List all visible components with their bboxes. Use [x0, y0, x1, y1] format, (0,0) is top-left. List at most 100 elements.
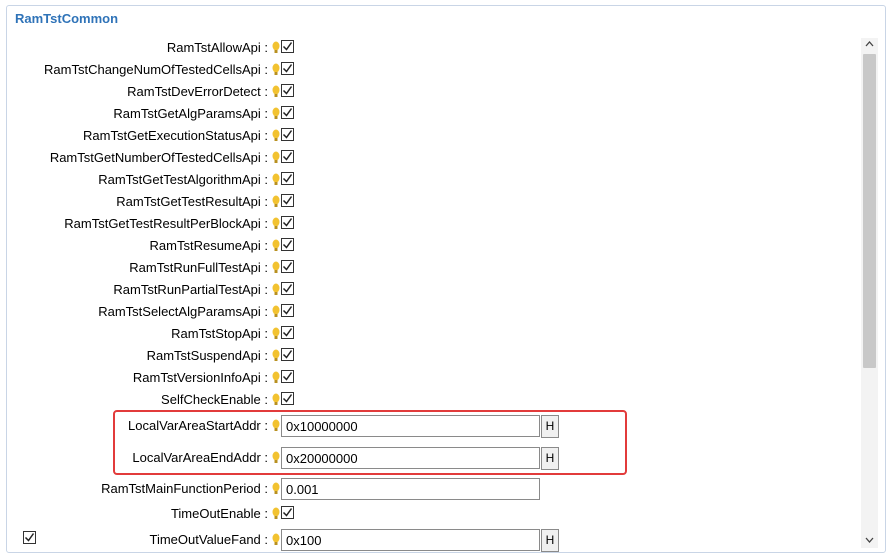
- checkbox[interactable]: [281, 128, 294, 141]
- checkbox[interactable]: [281, 84, 294, 97]
- bulb-icon: [272, 327, 280, 339]
- bulb-icon: [272, 349, 280, 361]
- main-period-field[interactable]: 0.001: [281, 478, 540, 500]
- checkbox[interactable]: [281, 172, 294, 185]
- checkbox-row: RamTstGetTestAlgorithmApi :: [0, 169, 860, 191]
- bulb-icon: [272, 533, 280, 545]
- checkbox-row: RamTstSelectAlgParamsApi :: [0, 301, 860, 323]
- bulb-icon: [272, 63, 280, 75]
- check-icon: [282, 218, 293, 227]
- checkbox-row: RamTstRunFullTestApi :: [0, 257, 860, 279]
- checkbox[interactable]: [281, 304, 294, 317]
- main-period-row: RamTstMainFunctionPeriod : 0.001: [0, 478, 860, 500]
- checkbox-row-label: RamTstGetAlgParamsApi :: [113, 106, 268, 121]
- check-icon: [282, 196, 293, 205]
- checkbox-row: RamTstRunPartialTestApi :: [0, 279, 860, 301]
- checkbox-row-label: RamTstChangeNumOfTestedCellsApi :: [44, 62, 268, 77]
- check-icon: [282, 306, 293, 315]
- scroll-thumb[interactable]: [863, 54, 876, 368]
- checkbox-row-label: RamTstResumeApi :: [149, 238, 268, 253]
- checkbox-row-label: RamTstStopApi :: [171, 326, 268, 341]
- checkbox[interactable]: [281, 392, 294, 405]
- checkbox-row-label: RamTstGetTestAlgorithmApi :: [98, 172, 268, 187]
- bulb-icon: [272, 173, 280, 185]
- check-icon: [282, 86, 293, 95]
- check-icon: [282, 42, 293, 51]
- check-icon: [282, 174, 293, 183]
- scroll-up-icon[interactable]: [861, 38, 878, 52]
- timeout-value-field[interactable]: 0x100: [281, 529, 540, 551]
- checkbox-row: RamTstChangeNumOfTestedCellsApi :: [0, 59, 860, 81]
- checkbox-row: SelfCheckEnable :: [0, 389, 860, 411]
- bulb-icon: [272, 195, 280, 207]
- checkbox-row: RamTstGetNumberOfTestedCellsApi :: [0, 147, 860, 169]
- bulb-icon: [272, 217, 280, 229]
- checkbox[interactable]: [281, 62, 294, 75]
- bulb-icon: [272, 129, 280, 141]
- scroll-down-icon[interactable]: [861, 534, 878, 548]
- checkbox[interactable]: [281, 348, 294, 361]
- checkbox-row: RamTstVersionInfoApi :: [0, 367, 860, 389]
- checkbox-row-label: RamTstGetNumberOfTestedCellsApi :: [49, 150, 268, 165]
- highlight-box: [113, 410, 627, 475]
- checkbox-row-label: RamTstDevErrorDetect :: [127, 84, 268, 99]
- bulb-icon: [272, 371, 280, 383]
- checkbox[interactable]: [281, 40, 294, 53]
- checkbox-row-label: SelfCheckEnable :: [161, 392, 268, 407]
- checkbox-row-label: RamTstSelectAlgParamsApi :: [98, 304, 268, 319]
- checkbox-row: RamTstAllowApi :: [0, 37, 860, 59]
- checkbox-row: RamTstStopApi :: [0, 323, 860, 345]
- checkbox[interactable]: [281, 282, 294, 295]
- check-icon: [282, 284, 293, 293]
- panel-title: RamTstCommon: [15, 11, 119, 26]
- checkbox[interactable]: [281, 216, 294, 229]
- bulb-icon: [272, 107, 280, 119]
- bulb-icon: [272, 283, 280, 295]
- checkbox-row: RamTstGetTestResultApi :: [0, 191, 860, 213]
- check-icon: [282, 328, 293, 337]
- checkbox-row-label: RamTstGetExecutionStatusApi :: [83, 128, 268, 143]
- timeout-value-hex-button[interactable]: H: [541, 529, 559, 552]
- side-checkbox[interactable]: [23, 531, 36, 544]
- timeout-enable-label: TimeOutEnable :: [170, 506, 268, 521]
- timeout-value-label: TimeOutValueFand :: [149, 532, 269, 547]
- timeout-value-row: TimeOutValueFand : 0x100 H: [0, 529, 860, 552]
- checkbox-row-label: RamTstRunPartialTestApi :: [113, 282, 268, 297]
- checkbox[interactable]: [281, 370, 294, 383]
- check-icon: [282, 240, 293, 249]
- checkbox[interactable]: [281, 238, 294, 251]
- check-icon: [282, 394, 293, 403]
- checkbox-row: RamTstGetExecutionStatusApi :: [0, 125, 860, 147]
- checkbox[interactable]: [281, 260, 294, 273]
- checkbox-row-label: RamTstAllowApi :: [166, 40, 268, 55]
- bulb-icon: [272, 482, 280, 494]
- checkbox[interactable]: [281, 194, 294, 207]
- checkbox-row-label: RamTstRunFullTestApi :: [129, 260, 268, 275]
- checkbox-row: RamTstGetTestResultPerBlockApi :: [0, 213, 860, 235]
- check-icon: [282, 64, 293, 73]
- timeout-enable-checkbox[interactable]: [281, 506, 294, 519]
- bulb-icon: [272, 85, 280, 97]
- bulb-icon: [272, 393, 280, 405]
- bulb-icon: [272, 507, 280, 519]
- check-icon: [282, 108, 293, 117]
- checkbox-row: RamTstDevErrorDetect :: [0, 81, 860, 103]
- checkbox[interactable]: [281, 150, 294, 163]
- checkbox-row-label: RamTstGetTestResultPerBlockApi :: [64, 216, 268, 231]
- checkbox-row-label: RamTstSuspendApi :: [146, 348, 268, 363]
- checkbox[interactable]: [281, 106, 294, 119]
- main-period-label: RamTstMainFunctionPeriod :: [101, 481, 268, 496]
- check-icon: [282, 350, 293, 359]
- bulb-icon: [272, 41, 280, 53]
- check-icon: [282, 372, 293, 381]
- timeout-enable-row: TimeOutEnable :: [0, 503, 860, 525]
- checkbox-row: RamTstResumeApi :: [0, 235, 860, 257]
- checkbox-row-label: RamTstGetTestResultApi :: [116, 194, 268, 209]
- check-icon: [282, 152, 293, 161]
- checkbox[interactable]: [281, 326, 294, 339]
- checkbox-row-label: RamTstVersionInfoApi :: [132, 370, 268, 385]
- check-icon: [282, 130, 293, 139]
- bulb-icon: [272, 261, 280, 273]
- vertical-scrollbar[interactable]: [861, 38, 878, 548]
- checkbox-row: RamTstGetAlgParamsApi :: [0, 103, 860, 125]
